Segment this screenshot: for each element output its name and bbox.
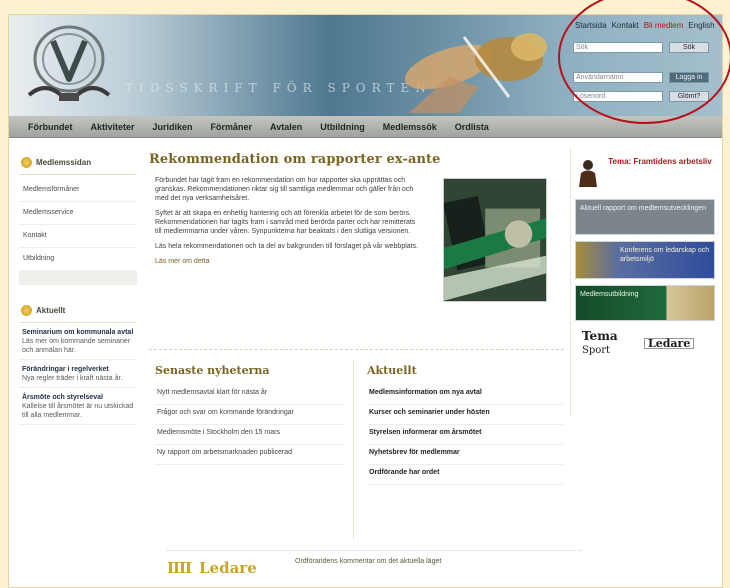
- annotation-circle: [558, 0, 730, 124]
- person-icon: [579, 160, 597, 187]
- main-content: Rekommendation om rapporter ex-ante Förb…: [149, 152, 582, 577]
- ad-word: Tema: [582, 329, 618, 343]
- ad-banner-sport[interactable]: Tema Sport Ledare: [575, 327, 715, 363]
- theme-promo[interactable]: Tema: Framtidens arbetsliv: [575, 153, 719, 199]
- left-sidebar: Medlemssidan Medlemsförmåner Medlemsserv…: [19, 155, 137, 425]
- right-sidebar: Tema: Framtidens arbetsliv Aktuell rappo…: [575, 153, 719, 369]
- right-column-divider: [570, 147, 571, 417]
- ad-word: Sport: [582, 345, 611, 356]
- ad-word: Ledare: [644, 338, 695, 349]
- latest-news-item[interactable]: Frågor och svar om kommande förändringar: [155, 405, 345, 425]
- sidebar-link-benefits[interactable]: Medlemsförmåner: [19, 179, 137, 202]
- news-text: Läs mer om kommande seminarier och anmäl…: [22, 338, 131, 354]
- banner-description: Ordförandens kommentar om det aktuella l…: [295, 558, 442, 565]
- sidebar-links: Medlemsförmåner Medlemsservice Kontakt U…: [19, 175, 137, 285]
- sidebar-section-title: Aktuellt: [36, 306, 66, 315]
- article-paragraph: Syftet är att skapa en enhetlig hanterin…: [155, 210, 416, 235]
- ad-banner-conference[interactable]: Konferens om ledarskap och arbetsmiljö: [575, 241, 715, 279]
- banner-tagline: TIDSSKRIFT FÖR SPORTEN: [125, 81, 432, 95]
- news-title[interactable]: Seminarium om kommunala avtal: [22, 329, 133, 336]
- site-logo[interactable]: [21, 23, 117, 107]
- nav-item-utbildning[interactable]: Utbildning: [311, 122, 374, 132]
- current-column: Aktuellt Medlemsinformation om nya avtal…: [367, 364, 563, 485]
- nav-item-juridiken[interactable]: Juridiken: [144, 122, 202, 132]
- nav-item-ordlista[interactable]: Ordlista: [446, 122, 498, 132]
- current-item[interactable]: Ordförande har ordet: [367, 465, 563, 485]
- sidebar-news-item[interactable]: Årsmöte och styrelseval Kallelse till år…: [19, 388, 137, 425]
- current-item[interactable]: Medlemsinformation om nya avtal: [367, 385, 563, 405]
- nav-item-aktiviteter[interactable]: Aktiviteter: [82, 122, 144, 132]
- banner-divider: [167, 550, 582, 551]
- sidebar-section-members: Medlemssidan: [19, 155, 137, 175]
- article-title[interactable]: Rekommendation om rapporter ex-ante: [149, 152, 564, 167]
- ad-text: Aktuell rapport om medlemsutvecklingen: [580, 205, 707, 212]
- news-title[interactable]: Förändringar i regelverket: [22, 366, 109, 373]
- latest-news-item[interactable]: Nytt medlemsavtal klart för nästa år: [155, 385, 345, 405]
- article-paragraph: Läs hela rekommendationen och ta del av …: [155, 243, 419, 250]
- banner-logo-text: Ledare: [199, 559, 257, 577]
- sidebar-link-service[interactable]: Medlemsservice: [19, 202, 137, 225]
- latest-news-column: Senaste nyheterna Nytt medlemsavtal klar…: [155, 364, 345, 465]
- nav-item-formaner[interactable]: Förmåner: [202, 122, 262, 132]
- nav-item-avtalen[interactable]: Avtalen: [261, 122, 311, 132]
- article-paragraph: Förbundet har tagit fram en rekommendati…: [155, 177, 414, 202]
- nav-item-forbundet[interactable]: Förbundet: [19, 122, 82, 132]
- article-body: Förbundet har tagit fram en rekommendati…: [155, 176, 420, 266]
- ad-text: Medlemsutbildning: [580, 291, 639, 298]
- theme-promo-text[interactable]: Tema: Framtidens arbetsliv: [603, 157, 717, 167]
- current-title: Aktuellt: [367, 364, 417, 377]
- banner-hands-image: [404, 33, 547, 113]
- article-image[interactable]: [443, 178, 547, 302]
- current-item[interactable]: Styrelsen informerar om årsmötet: [367, 425, 563, 445]
- news-text: Nya regler träder i kraft nästa år.: [22, 375, 123, 382]
- banner-logo-mark: IIII: [167, 559, 192, 577]
- ad-banner-education[interactable]: Medlemsutbildning: [575, 285, 715, 321]
- sidebar-news-item[interactable]: Seminarium om kommunala avtal Läs mer om…: [19, 323, 137, 360]
- latest-news-item[interactable]: Medlemsmöte i Stockholm den 15 mars: [155, 425, 345, 445]
- news-text: Kallelse till årsmötet är nu utskickad t…: [22, 403, 134, 419]
- sidebar-link-education[interactable]: Utbildning: [19, 248, 137, 271]
- sidebar-section-news: Aktuellt: [19, 303, 137, 323]
- sidebar-news-item[interactable]: Förändringar i regelverket Nya regler tr…: [19, 360, 137, 388]
- latest-news-item[interactable]: Ny rapport om arbetsmarknaden publicerad: [155, 445, 345, 465]
- ad-banner-report[interactable]: Aktuell rapport om medlemsutvecklingen: [575, 199, 715, 235]
- section-divider: [149, 349, 564, 350]
- latest-news-title: Senaste nyheterna: [155, 364, 270, 377]
- column-divider: [353, 360, 354, 540]
- sidebar-spacer: [19, 271, 137, 285]
- sidebar-link-contact[interactable]: Kontakt: [19, 225, 137, 248]
- nav-item-medlemssok[interactable]: Medlemssök: [374, 122, 446, 132]
- editorial-banner[interactable]: IIII Ledare Ordförandens kommentar om de…: [167, 550, 582, 580]
- read-more-link[interactable]: Läs mer om detta: [155, 257, 420, 266]
- current-item[interactable]: Kurser och seminarier under hösten: [367, 405, 563, 425]
- gold-bullet-icon: [21, 157, 32, 168]
- sidebar-section-title: Medlemssidan: [36, 158, 92, 167]
- gold-bullet-icon: [21, 305, 32, 316]
- news-title[interactable]: Årsmöte och styrelseval: [22, 394, 103, 401]
- ad-text: Konferens om ledarskap och arbetsmiljö: [620, 247, 710, 263]
- current-item[interactable]: Nyhetsbrev för medlemmar: [367, 445, 563, 465]
